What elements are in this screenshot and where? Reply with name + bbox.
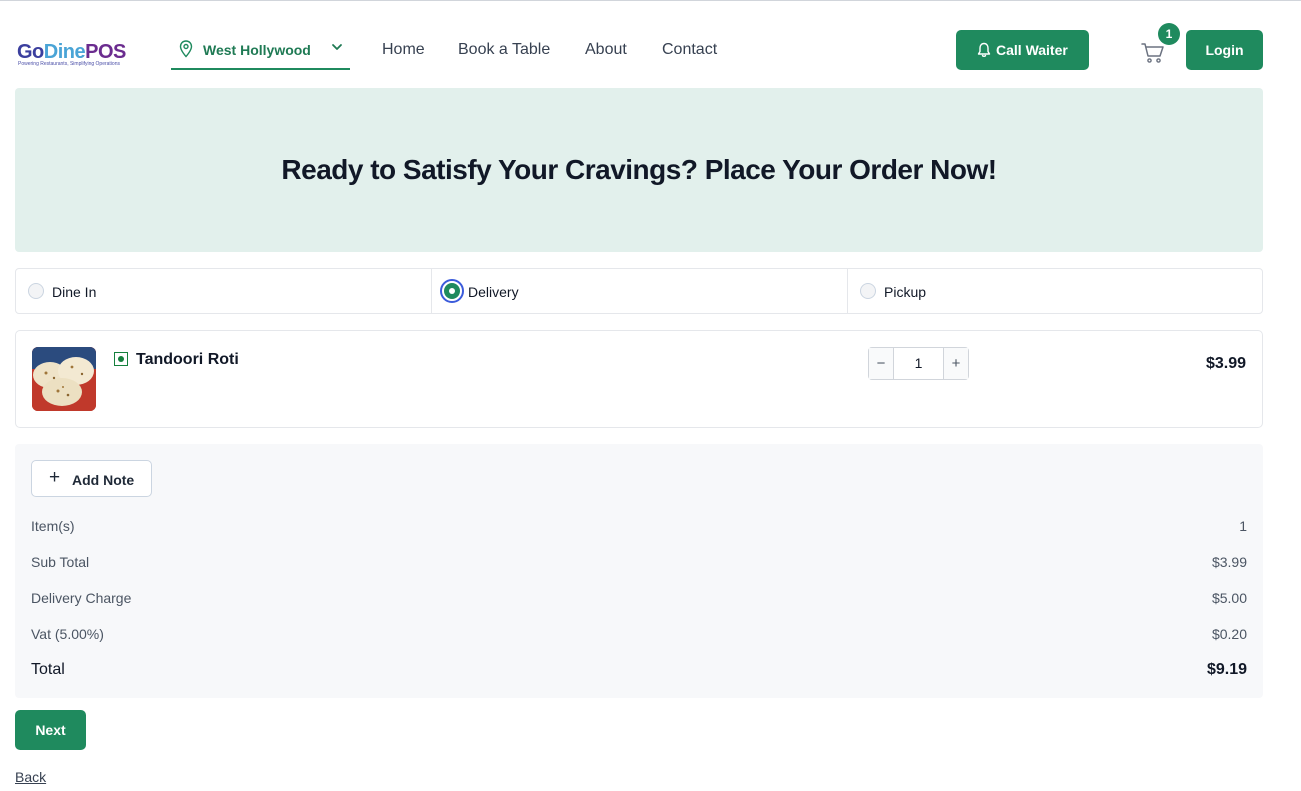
nav-contact[interactable]: Contact: [662, 41, 717, 59]
total-value: $9.19: [1206, 661, 1247, 678]
back-link[interactable]: Back: [15, 769, 46, 785]
increase-quantity-button[interactable]: +: [943, 348, 968, 379]
login-button[interactable]: Login: [1186, 30, 1263, 70]
quantity-stepper: − 1 +: [868, 347, 969, 380]
item-name: Tandoori Roti: [136, 351, 239, 368]
summary-value: $5.00: [1211, 590, 1247, 606]
order-type-label: Dine In: [52, 284, 97, 300]
nav-home[interactable]: Home: [382, 41, 425, 59]
summary-value: $0.20: [1211, 626, 1247, 642]
tandoori-roti-image: [32, 347, 96, 411]
order-type-dine-in[interactable]: Dine In: [16, 269, 431, 313]
summary-label: Delivery Charge: [31, 590, 132, 606]
next-button[interactable]: Next: [15, 710, 86, 750]
summary-row-total: Total $9.19: [31, 661, 1247, 681]
nav-book-a-table[interactable]: Book a Table: [458, 41, 550, 59]
summary-row-vat: Vat (5.00%) $0.20: [31, 626, 1247, 646]
cart-count-badge: 1: [1158, 23, 1180, 45]
map-pin-icon: [179, 40, 193, 58]
summary-label: Sub Total: [31, 554, 90, 570]
add-note-label: Add Note: [72, 472, 135, 488]
summary-label: Vat (5.00%): [31, 626, 104, 642]
decrease-quantity-button[interactable]: −: [869, 348, 894, 379]
logo-tagline: Powering Restaurants, Simplifying Operat…: [18, 61, 120, 67]
radio-pickup[interactable]: [860, 283, 876, 299]
total-label: Total: [31, 661, 65, 678]
site-header: GoDinePOS Powering Restaurants, Simplify…: [0, 3, 1301, 83]
veg-indicator-icon: [114, 352, 128, 366]
summary-value: 1: [1239, 518, 1247, 534]
hero-title: Ready to Satisfy Your Cravings? Place Yo…: [281, 154, 997, 185]
radio-dine-in[interactable]: [28, 283, 44, 299]
location-label: West Hollywood: [203, 42, 311, 58]
cart-icon[interactable]: [1140, 41, 1166, 65]
order-type-label: Pickup: [884, 284, 927, 300]
bell-icon: [977, 42, 991, 57]
item-price: $3.99: [1205, 355, 1246, 372]
summary-row-delivery-charge: Delivery Charge $5.00: [31, 590, 1247, 610]
summary-row-subtotal: Sub Total $3.99: [31, 554, 1247, 574]
summary-value: $3.99: [1211, 554, 1247, 570]
order-type-pickup[interactable]: Pickup: [848, 269, 1262, 313]
add-note-button[interactable]: + Add Note: [31, 460, 152, 497]
radio-delivery-selected[interactable]: [440, 279, 464, 303]
order-type-delivery[interactable]: Delivery: [432, 269, 847, 313]
location-selector[interactable]: West Hollywood: [171, 37, 350, 70]
summary-row-items: Item(s) 1: [31, 518, 1247, 538]
order-type-label: Delivery: [468, 284, 519, 300]
hero-banner: Ready to Satisfy Your Cravings? Place Yo…: [15, 88, 1263, 252]
order-summary: + Add Note Item(s) 1 Sub Total $3.99 Del…: [15, 444, 1263, 698]
quantity-value[interactable]: 1: [894, 348, 943, 379]
call-waiter-label: Call Waiter: [996, 42, 1068, 58]
summary-label: Item(s): [31, 518, 75, 534]
cart-item: Tandoori Roti − 1 + $3.99: [15, 330, 1263, 428]
call-waiter-button[interactable]: Call Waiter: [956, 30, 1089, 70]
plus-icon: +: [49, 467, 61, 488]
nav-about[interactable]: About: [585, 41, 627, 59]
godinepos-logo[interactable]: GoDinePOS Powering Restaurants, Simplify…: [17, 41, 127, 71]
order-type-selector: Dine In Delivery Pickup: [15, 268, 1263, 314]
chevron-down-icon: [332, 44, 342, 50]
